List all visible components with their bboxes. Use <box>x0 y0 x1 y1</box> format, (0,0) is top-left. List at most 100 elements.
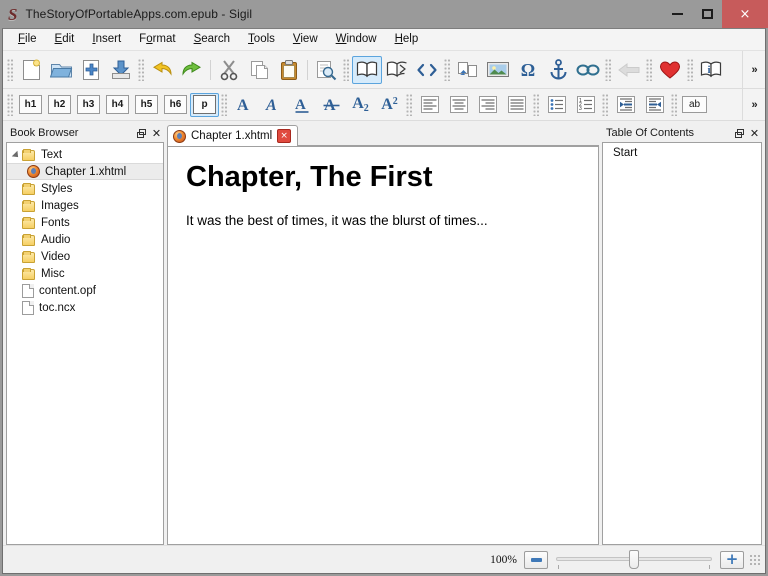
subscript-icon[interactable]: A2 <box>346 93 375 117</box>
close-button[interactable]: × <box>722 0 768 28</box>
tree-item-text[interactable]: Text <box>7 146 163 163</box>
expander-icon[interactable] <box>11 151 22 159</box>
split-view-icon[interactable] <box>382 56 412 84</box>
book-view-icon[interactable] <box>352 56 382 84</box>
code-view-icon[interactable] <box>412 56 442 84</box>
menu-format[interactable]: Format <box>130 32 184 48</box>
toolbar-grip-lists[interactable] <box>533 94 540 116</box>
book-browser-close-button[interactable]: ✕ <box>149 126 164 141</box>
toolbar-grip-headings[interactable] <box>7 94 14 116</box>
slider-handle[interactable] <box>629 550 639 569</box>
tree-item-misc[interactable]: Misc <box>7 265 163 282</box>
menu-edit[interactable]: Edit <box>46 32 84 48</box>
add-existing-icon[interactable] <box>76 56 106 84</box>
tree-item-toc-ncx[interactable]: toc.ncx <box>7 299 163 316</box>
copy-icon[interactable] <box>244 56 274 84</box>
toolbar-grip-donate[interactable] <box>646 59 653 81</box>
resize-grip[interactable] <box>748 553 761 566</box>
toc-entry-start[interactable]: Start <box>603 143 761 159</box>
superscript-icon[interactable]: A2 <box>375 93 404 117</box>
tree-item-video[interactable]: Video <box>7 248 163 265</box>
minimize-button[interactable] <box>662 0 692 28</box>
tab-close-button[interactable]: × <box>277 129 291 143</box>
toolbar-grip-insert[interactable] <box>444 59 451 81</box>
align-justify-icon[interactable] <box>502 93 531 117</box>
heading-h6-button[interactable]: h6 <box>161 93 190 117</box>
menu-view[interactable]: View <box>284 32 327 48</box>
zoom-out-button[interactable] <box>524 551 548 569</box>
toolbar-grip-textstyle[interactable] <box>221 94 228 116</box>
new-file-icon[interactable] <box>16 56 46 84</box>
tree-item-audio[interactable]: Audio <box>7 231 163 248</box>
split-at-cursor-icon[interactable] <box>453 56 483 84</box>
zoom-slider[interactable] <box>556 550 712 570</box>
tab-chapter-1[interactable]: Chapter 1.xhtml × <box>167 125 298 146</box>
bold-icon[interactable]: A <box>230 93 259 117</box>
toolbar-grip-edit[interactable] <box>138 59 145 81</box>
menu-help[interactable]: Help <box>386 32 428 48</box>
heading-h5-button[interactable]: h5 <box>132 93 161 117</box>
zoom-in-button[interactable]: + <box>720 551 744 569</box>
italic-icon[interactable]: A <box>259 93 288 117</box>
user-guide-icon[interactable]: i <box>696 56 726 84</box>
toolbar-grip[interactable] <box>7 59 14 81</box>
book-browser-float-button[interactable] <box>134 126 149 141</box>
menu-insert[interactable]: Insert <box>83 32 130 48</box>
document-editor[interactable]: Chapter, The First It was the best of ti… <box>167 146 599 545</box>
toolbar-grip-indent[interactable] <box>602 94 609 116</box>
open-folder-icon[interactable] <box>46 56 76 84</box>
sigil-logo-icon: S <box>8 6 17 23</box>
menu-file[interactable]: File <box>9 32 46 48</box>
toolbar-overflow-button-1[interactable]: » <box>742 51 765 88</box>
menu-window[interactable]: Window <box>327 32 386 48</box>
heading-h3-button[interactable]: h3 <box>74 93 103 117</box>
heading-h4-button[interactable]: h4 <box>103 93 132 117</box>
find-replace-icon[interactable] <box>311 56 341 84</box>
insert-id-anchor-icon[interactable] <box>543 56 573 84</box>
donate-heart-icon[interactable] <box>655 56 685 84</box>
strikethrough-icon[interactable]: A <box>317 93 346 117</box>
subscript-glyph: A2 <box>352 96 369 114</box>
cut-icon[interactable] <box>214 56 244 84</box>
align-left-icon[interactable] <box>415 93 444 117</box>
heading-h1-button[interactable]: h1 <box>16 93 45 117</box>
align-center-icon[interactable] <box>444 93 473 117</box>
tree-item-chapter-1[interactable]: Chapter 1.xhtml <box>7 163 163 180</box>
align-right-icon[interactable] <box>473 93 502 117</box>
undo-icon[interactable] <box>147 56 177 84</box>
bullet-list-icon[interactable] <box>542 93 571 117</box>
numbered-list-icon[interactable]: 1 2 3 <box>571 93 600 117</box>
h1-label: h1 <box>19 95 42 114</box>
save-icon[interactable] <box>106 56 136 84</box>
menu-search[interactable]: Search <box>185 32 239 48</box>
paragraph-button[interactable]: p <box>190 93 219 117</box>
toolbar-overflow-button-2[interactable]: » <box>742 89 765 120</box>
toolbar-grip-align[interactable] <box>406 94 413 116</box>
toolbar-grip-nav[interactable] <box>605 59 612 81</box>
toc-close-button[interactable]: ✕ <box>747 126 762 141</box>
paste-icon[interactable] <box>274 56 304 84</box>
tree-item-styles[interactable]: Styles <box>7 180 163 197</box>
heading-h2-button[interactable]: h2 <box>45 93 74 117</box>
book-browser-body[interactable]: Text Chapter 1.xhtml Styles <box>6 142 164 545</box>
decrease-indent-icon[interactable] <box>611 93 640 117</box>
increase-indent-icon[interactable] <box>640 93 669 117</box>
toolbar-grip-views[interactable] <box>343 59 350 81</box>
underline-icon[interactable]: A <box>288 93 317 117</box>
toc-float-button[interactable] <box>732 126 747 141</box>
insert-image-icon[interactable] <box>483 56 513 84</box>
redo-icon[interactable] <box>177 56 207 84</box>
special-character-icon[interactable]: Ω <box>513 56 543 84</box>
menu-tools[interactable]: Tools <box>239 32 284 48</box>
spellcheck-button[interactable]: ab <box>680 93 709 117</box>
toolbar-grip-help[interactable] <box>687 59 694 81</box>
insert-link-icon[interactable] <box>573 56 603 84</box>
maximize-button[interactable] <box>692 0 722 28</box>
tree-item-images[interactable]: Images <box>7 197 163 214</box>
tree-item-content-opf[interactable]: content.opf <box>7 282 163 299</box>
toolbar-grip-spell[interactable] <box>671 94 678 116</box>
folder-icon <box>22 183 36 195</box>
back-icon[interactable] <box>614 56 644 84</box>
toc-body[interactable]: Start <box>602 142 762 545</box>
tree-item-fonts[interactable]: Fonts <box>7 214 163 231</box>
